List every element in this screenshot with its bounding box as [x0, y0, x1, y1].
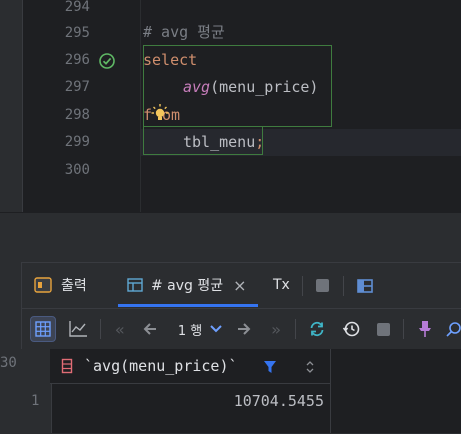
gutter-divider: [140, 0, 141, 212]
keyword-select: select: [143, 51, 198, 69]
gutter-clipped-number: 30: [0, 355, 17, 371]
tab-separator: [302, 276, 303, 296]
cell-value[interactable]: 10704.5455: [234, 392, 324, 410]
table-row[interactable]: 10704.5455: [51, 386, 331, 416]
sort-icon[interactable]: [305, 359, 315, 373]
filter-icon[interactable]: [263, 359, 277, 373]
table-name: tbl_menu: [183, 133, 256, 151]
first-page-icon[interactable]: «: [109, 309, 131, 349]
tab-output[interactable]: 출력: [34, 262, 87, 308]
tab-avg-result[interactable]: # avg 평균 ×: [127, 262, 247, 308]
transaction-icon: Tx: [273, 277, 290, 293]
stop-icon[interactable]: [373, 309, 393, 349]
editor-left-strip: [0, 0, 23, 212]
line-number: 295: [64, 25, 90, 41]
pin-icon[interactable]: [414, 309, 436, 349]
history-icon[interactable]: [339, 309, 363, 349]
table-icon: [127, 277, 143, 293]
function-avg: avg: [183, 78, 211, 96]
table-name-line: tbl_menu;: [183, 134, 264, 150]
column-header-label: `avg(menu_price)`: [84, 357, 238, 375]
active-tab-indicator: [118, 304, 258, 307]
panel-left-strip: [0, 262, 22, 433]
prev-page-icon[interactable]: [139, 309, 161, 349]
execution-success-icon[interactable]: [98, 52, 116, 70]
semicolon: ;: [255, 133, 265, 151]
column-type-icon: [61, 358, 73, 374]
row-number: 1: [31, 393, 40, 409]
page-size-label[interactable]: 1 행: [174, 309, 206, 349]
refresh-icon[interactable]: [305, 309, 329, 349]
tab-output-label: 출력: [61, 278, 87, 294]
avg-expression: avg(menu_price): [183, 79, 318, 95]
toolbar-separator: [295, 319, 296, 339]
tool-window-gap: [0, 212, 461, 263]
function-args: (menu_price): [210, 78, 319, 96]
last-page-icon[interactable]: »: [265, 309, 287, 349]
tab-separator: [343, 276, 344, 296]
next-page-icon[interactable]: [233, 309, 255, 349]
layout-icon[interactable]: [357, 278, 373, 293]
output-icon: [34, 277, 52, 293]
line-number: 294: [64, 0, 90, 15]
lightbulb-icon[interactable]: [150, 103, 170, 123]
line-number: 296: [64, 52, 90, 68]
close-icon[interactable]: ×: [233, 276, 246, 295]
comment-line: # avg 평균: [143, 23, 225, 41]
toolbar-separator: [100, 319, 101, 339]
search-icon[interactable]: [445, 309, 461, 349]
tab-avg-label: # avg 평균: [151, 278, 224, 294]
dropdown-icon[interactable]: [208, 309, 224, 349]
line-number: 298: [64, 107, 90, 123]
column-divider: [330, 349, 331, 433]
table-view-icon[interactable]: [30, 316, 56, 342]
result-toolbar: « 1 행 »: [21, 309, 461, 349]
chart-icon[interactable]: [65, 309, 91, 349]
line-number: 299: [64, 134, 90, 150]
stop-tab-icon[interactable]: [316, 279, 329, 292]
line-number: 300: [64, 162, 90, 178]
row-number-gutter: [21, 349, 52, 433]
line-number: 297: [64, 79, 90, 95]
toolbar-separator: [403, 319, 404, 339]
tab-transaction[interactable]: Tx: [273, 262, 290, 308]
